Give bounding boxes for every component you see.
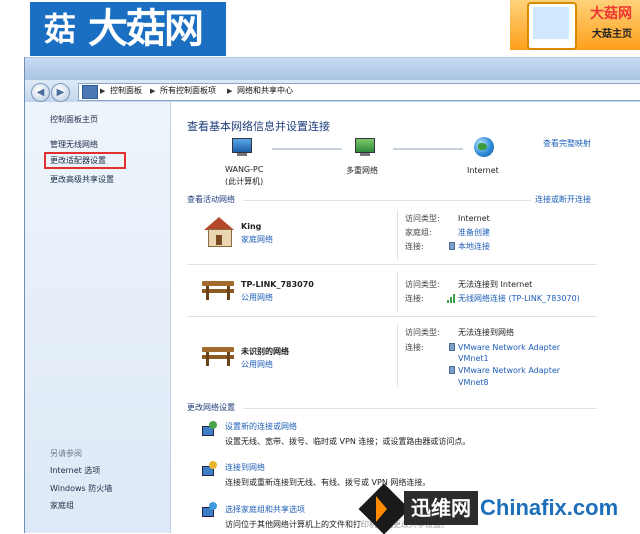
home-network-icon (204, 217, 234, 247)
vmnet8-connection-link-line2[interactable]: VMnet8 (458, 377, 489, 389)
column-divider (397, 210, 398, 260)
chevron-right-icon[interactable]: ▶ (227, 85, 232, 97)
chevron-right-icon[interactable]: ▶ (100, 85, 105, 97)
wireless-connection-link[interactable]: 无线网络连接 (TP-LINK_783070) (458, 293, 580, 305)
section-divider (243, 408, 597, 409)
access-type-label: 访问类型: (405, 280, 440, 289)
ethernet-icon (448, 242, 455, 251)
control-panel-icon (82, 85, 98, 99)
change-settings-heading: 更改网络设置 (187, 403, 235, 412)
control-panel-home-link[interactable]: 控制面板主页 (50, 113, 98, 127)
public-network-icon (202, 277, 234, 301)
ad-subtitle: 大菇主页 (592, 29, 632, 40)
site-logo-text: 大菇网 (88, 6, 204, 52)
network-name: King (241, 222, 262, 231)
homegroup-sharing-link[interactable]: 选择家庭组和共享选项 (225, 504, 305, 516)
site-logo-icon: 菇 (43, 10, 76, 48)
computer-icon (232, 138, 252, 158)
homegroup-link[interactable]: 家庭组 (50, 499, 74, 513)
setup-connection-desc: 设置无线、宽带、拨号、临时或 VPN 连接；或设置路由器或访问点。 (225, 437, 471, 446)
breadcrumb-all-items[interactable]: 所有控制面板项 (160, 85, 216, 97)
arrow-icon (376, 496, 387, 522)
map-computer-sub: (此计算机) (225, 177, 264, 186)
vmnet1-connection-link-line2[interactable]: VMnet1 (458, 353, 489, 365)
public-network-icon (202, 343, 234, 367)
highlight-box (44, 152, 126, 169)
connection-label: 连接: (405, 343, 424, 352)
access-type-value: Internet (458, 214, 490, 223)
internet-options-link[interactable]: Internet 选项 (50, 464, 100, 478)
access-type-label: 访问类型: (405, 328, 440, 337)
ethernet-icon (448, 366, 455, 375)
connection-label: 连接: (405, 294, 424, 303)
homegroup-label: 家庭组: (405, 228, 432, 237)
vmnet8-connection-link[interactable]: VMware Network Adapter (458, 365, 560, 377)
access-type-label: 访问类型: (405, 214, 440, 223)
homegroup-sharing-icon (202, 502, 218, 518)
forward-button[interactable]: ▶ (51, 83, 70, 102)
phone-screen-icon (533, 7, 569, 39)
full-map-link[interactable]: 查看完整映射 (543, 138, 591, 150)
map-network-name: 多重网络 (346, 166, 378, 175)
breadcrumb-control-panel[interactable]: 控制面板 (110, 85, 142, 97)
connect-network-icon (202, 461, 218, 477)
section-divider (243, 200, 531, 201)
page-title: 查看基本网络信息并设置连接 (187, 120, 330, 133)
access-type-value: 无法连接到网络 (458, 328, 514, 337)
back-button[interactable]: ◀ (31, 83, 50, 102)
access-type-value: 无法连接到 Internet (458, 280, 533, 289)
network-type-link[interactable]: 家庭网络 (241, 234, 273, 246)
watermark-en-text: Chinafix.com (480, 495, 619, 520)
chevron-right-icon[interactable]: ▶ (150, 85, 155, 97)
section-divider (187, 264, 597, 265)
watermark-cn-text: 迅维网 (404, 491, 478, 525)
active-networks-heading: 查看活动网络 (187, 195, 235, 204)
connect-to-network-link[interactable]: 连接到网络 (225, 462, 265, 474)
map-connector (272, 148, 342, 150)
column-divider (397, 272, 398, 312)
multiple-networks-icon (355, 138, 375, 158)
map-connector (393, 148, 463, 150)
connection-label: 连接: (405, 242, 424, 251)
network-name: TP-LINK_783070 (241, 280, 314, 289)
wifi-signal-icon (447, 294, 456, 303)
column-divider (397, 324, 398, 386)
see-also-heading: 另请参阅 (50, 449, 82, 458)
breadcrumb-network-center[interactable]: 网络和共享中心 (237, 85, 293, 97)
network-type-link[interactable]: 公用网络 (241, 292, 273, 304)
network-type-link[interactable]: 公用网络 (241, 359, 273, 371)
connect-disconnect-link[interactable]: 连接或断开连接 (535, 194, 591, 206)
change-advanced-sharing-link[interactable]: 更改高级共享设置 (50, 173, 114, 187)
local-connection-link[interactable]: 本地连接 (458, 241, 490, 253)
windows-firewall-link[interactable]: Windows 防火墙 (50, 482, 112, 496)
window-titlebar[interactable] (25, 58, 640, 82)
setup-connection-link[interactable]: 设置新的连接或网络 (225, 421, 297, 433)
ad-title: 大菇网 (590, 6, 632, 22)
map-internet-name: Internet (467, 166, 499, 175)
map-computer-name: WANG-PC (225, 165, 264, 174)
ethernet-icon (448, 343, 455, 352)
network-name: 未识别的网络 (241, 347, 289, 356)
manage-wireless-link[interactable]: 管理无线网络 (50, 138, 98, 152)
section-divider (187, 316, 597, 317)
homegroup-ready-link[interactable]: 准备创建 (458, 227, 490, 239)
internet-globe-icon[interactable] (474, 137, 494, 157)
new-connection-icon (202, 421, 218, 437)
